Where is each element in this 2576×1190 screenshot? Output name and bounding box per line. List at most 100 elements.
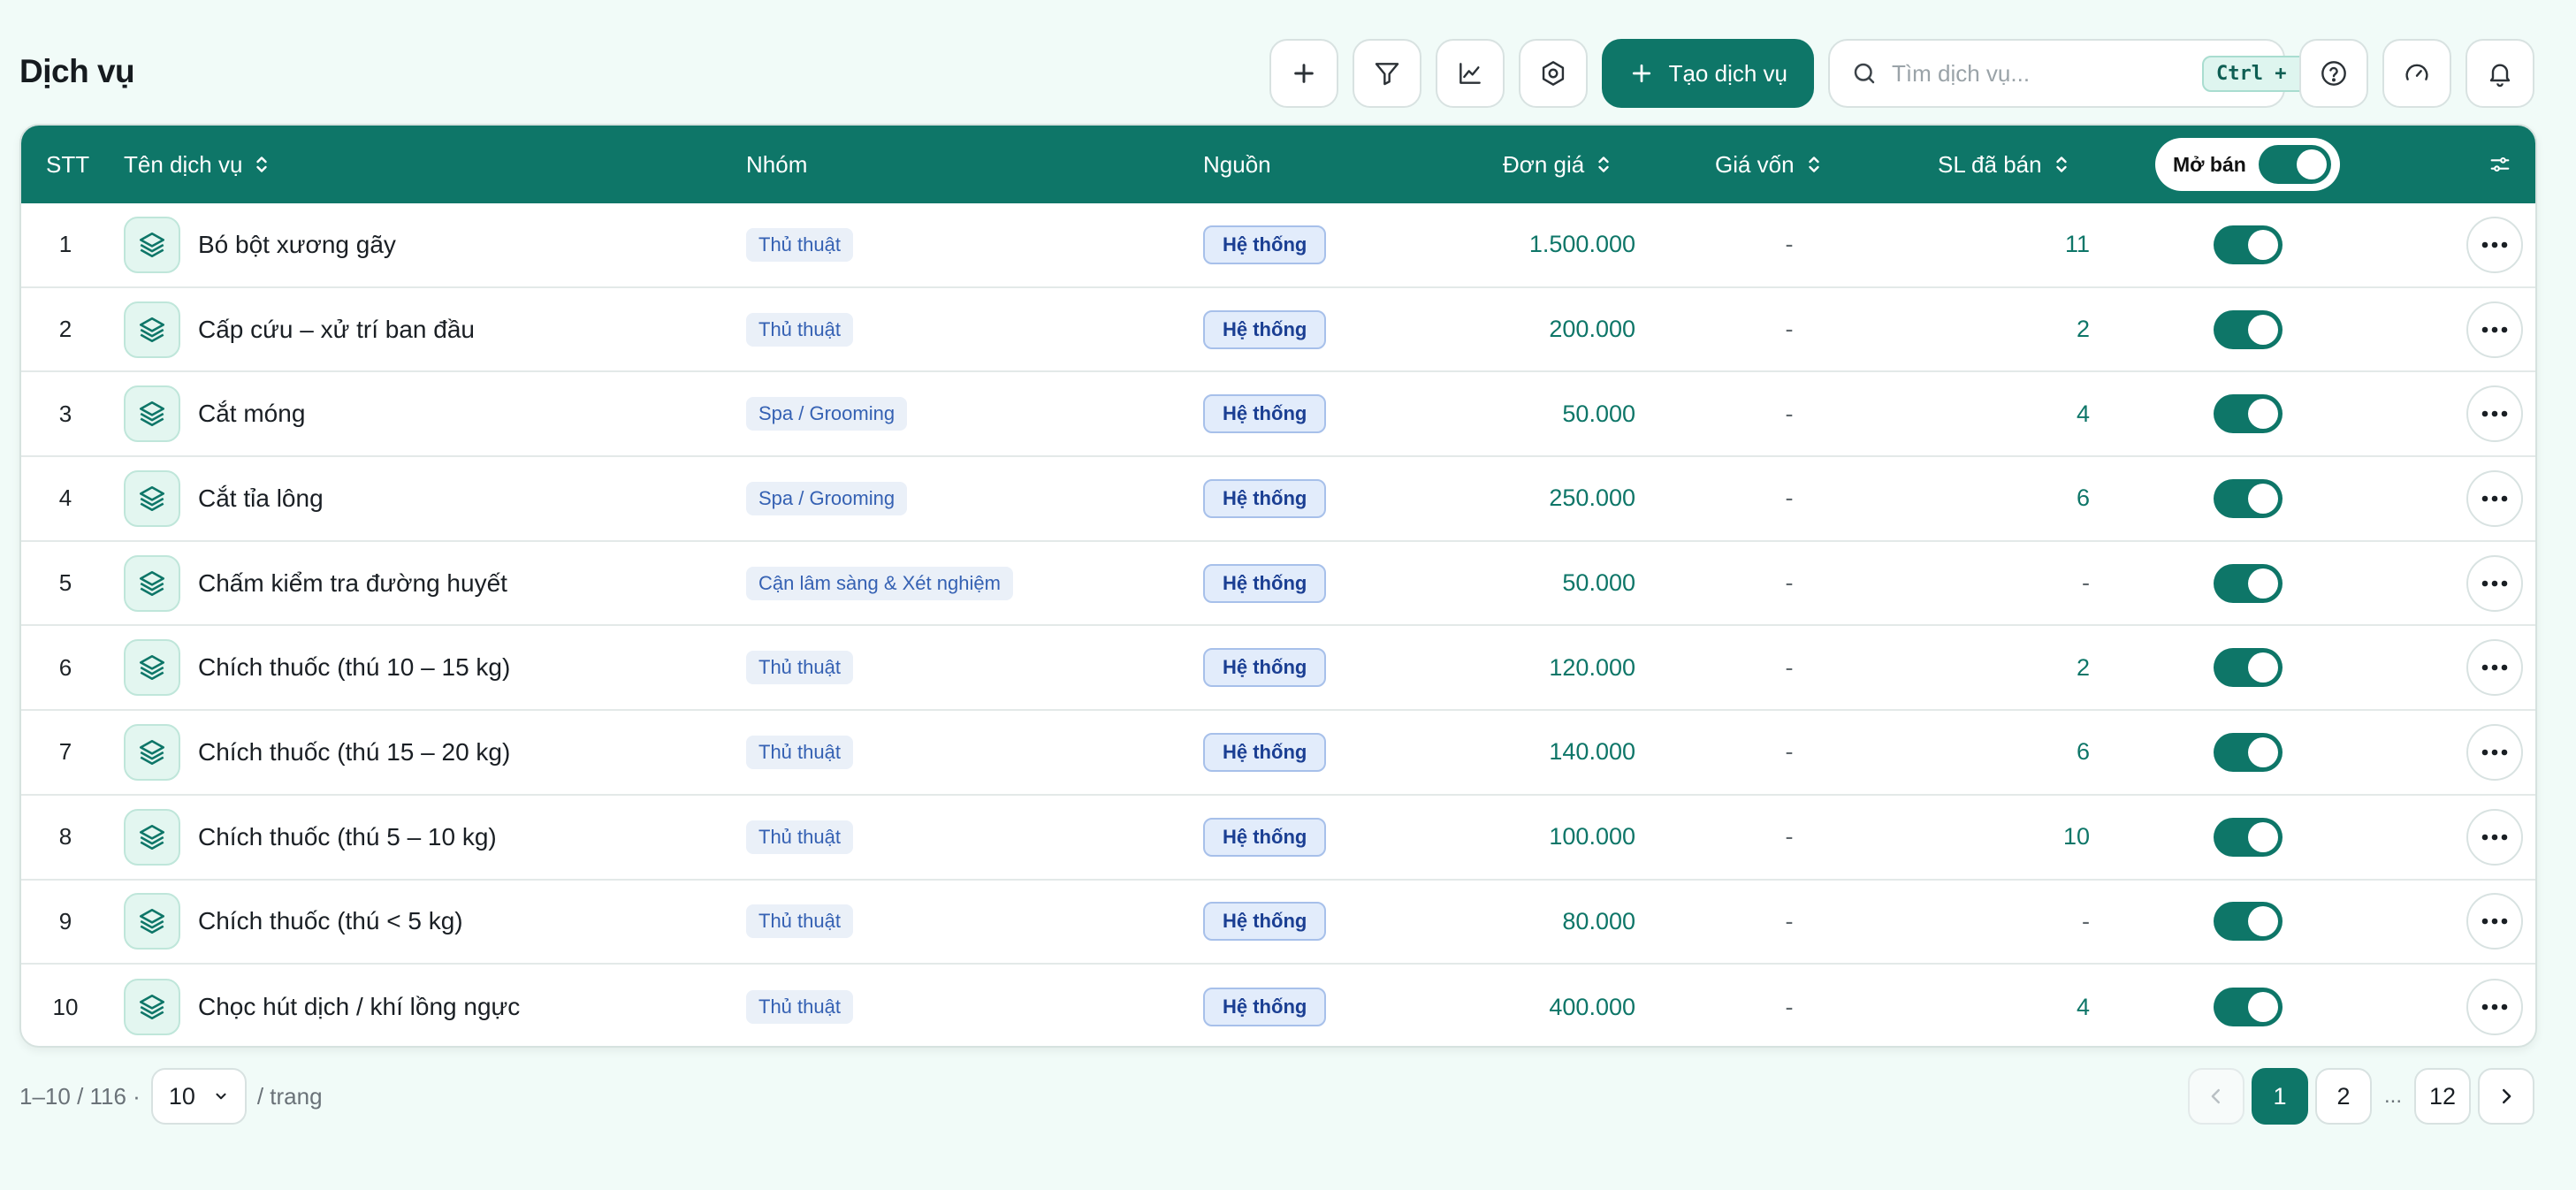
open-sale-toggle[interactable] — [2214, 563, 2283, 603]
sort-icon — [1808, 156, 1819, 172]
open-all-toggle[interactable] — [2258, 145, 2331, 184]
settings-button[interactable] — [1518, 39, 1588, 108]
service-name[interactable]: Chích thuốc (thú 5 – 10 kg) — [198, 823, 497, 851]
help-button[interactable] — [2299, 39, 2368, 108]
add-button[interactable] — [1269, 39, 1338, 108]
row-stt: 9 — [58, 907, 72, 934]
open-sale-toggle[interactable] — [2214, 902, 2283, 942]
row-more-button[interactable] — [2466, 216, 2523, 273]
row-more-button[interactable] — [2466, 469, 2523, 527]
filter-button[interactable] — [1352, 39, 1421, 108]
sort-icon — [1598, 156, 1609, 172]
range-text: 1–10 / 116 · — [19, 1082, 141, 1110]
service-name[interactable]: Cắt tỉa lông — [198, 484, 324, 513]
table-row[interactable]: 3 Cắt móng Spa / Grooming Hệ thống 50.000 - 4 — [21, 372, 2535, 458]
page-title: Dịch vụ — [19, 53, 135, 89]
search-input[interactable] — [1892, 59, 2188, 88]
open-sale-toggle[interactable] — [2214, 817, 2283, 857]
service-icon — [124, 808, 180, 866]
row-more-button[interactable] — [2466, 979, 2523, 1036]
open-sale-toggle[interactable] — [2214, 988, 2283, 1027]
service-name[interactable]: Cắt móng — [198, 400, 305, 428]
service-name[interactable]: Chích thuốc (thú 10 – 15 kg) — [198, 653, 510, 682]
sliders-icon — [2490, 156, 2510, 172]
row-more-button[interactable] — [2466, 385, 2523, 443]
row-stt: 6 — [58, 653, 72, 681]
header-cost[interactable]: Giá vốn — [1715, 126, 1823, 203]
header-price[interactable]: Đơn giá — [1503, 126, 1612, 203]
sold-value: 4 — [2076, 993, 2090, 1020]
header-name[interactable]: Tên dịch vụ — [124, 126, 271, 203]
header-sold[interactable]: SL đã bán — [1938, 126, 2070, 203]
service-icon — [124, 639, 180, 697]
cost-value: - — [1785, 231, 1794, 258]
row-more-button[interactable] — [2466, 639, 2523, 697]
source-tag: Hệ thống — [1203, 988, 1327, 1027]
layers-icon — [139, 909, 165, 934]
group-tag: Thủ thuật — [746, 227, 853, 262]
group-tag: Spa / Grooming — [746, 397, 908, 431]
chart-button[interactable] — [1435, 39, 1505, 108]
plus-icon — [1632, 64, 1650, 83]
more-horizontal-icon — [2481, 664, 2508, 671]
create-service-label: Tạo dịch vụ — [1668, 59, 1787, 87]
sold-value: 10 — [2062, 823, 2090, 851]
group-tag: Thủ thuật — [746, 735, 853, 769]
row-stt: 7 — [58, 738, 72, 766]
table-row[interactable]: 10 Chọc hút dịch / khí lồng ngực Thủ thuật… — [21, 965, 2535, 1046]
create-service-button[interactable]: Tạo dịch vụ — [1601, 39, 1814, 108]
service-name[interactable]: Cấp cứu – xử trí ban đầu — [198, 316, 475, 344]
table-row[interactable]: 6 Chích thuốc (thú 10 – 15 kg) Thủ thuật Hệ… — [21, 626, 2535, 712]
open-sale-toggle[interactable] — [2214, 732, 2283, 772]
price-value: 120.000 — [1549, 653, 1635, 681]
performance-button[interactable] — [2382, 39, 2451, 108]
next-page-button[interactable] — [2478, 1068, 2534, 1125]
table-row[interactable]: 8 Chích thuốc (thú 5 – 10 kg) Thủ thuật Hệ … — [21, 796, 2535, 881]
row-more-button[interactable] — [2466, 893, 2523, 950]
table-row[interactable]: 5 Chấm kiểm tra đường huyết Cận lâm sàng &… — [21, 542, 2535, 627]
table-row[interactable]: 2 Cấp cứu – xử trí ban đầu Thủ thuật Hệ thố… — [21, 288, 2535, 373]
notifications-button[interactable] — [2465, 39, 2534, 108]
search-box[interactable]: Ctrl + K — [1828, 39, 2324, 108]
table-row[interactable]: 9 Chích thuốc (thú < 5 kg) Thủ thuật Hệ thố… — [21, 881, 2535, 965]
pagination-info: 1–10 / 116 · 10 / trang — [19, 1068, 323, 1125]
sort-icon — [256, 156, 268, 172]
layers-icon — [139, 824, 165, 850]
service-icon — [124, 893, 180, 950]
table-row[interactable]: 7 Chích thuốc (thú 15 – 20 kg) Thủ thuật Hệ… — [21, 711, 2535, 796]
table-row[interactable]: 4 Cắt tỉa lông Spa / Grooming Hệ thống 250.0… — [21, 457, 2535, 542]
row-more-button[interactable] — [2466, 301, 2523, 358]
header-open: Mở bán — [2155, 126, 2340, 203]
service-name[interactable]: Chọc hút dịch / khí lồng ngực — [198, 993, 520, 1021]
group-tag: Thủ thuật — [746, 820, 853, 854]
page-button-12[interactable]: 12 — [2414, 1068, 2471, 1125]
price-value: 100.000 — [1549, 823, 1635, 851]
open-sale-toggle[interactable] — [2214, 478, 2283, 518]
more-horizontal-icon — [2481, 580, 2508, 586]
row-more-button[interactable] — [2466, 723, 2523, 781]
price-value: 80.000 — [1562, 907, 1635, 934]
page-button-2[interactable]: 2 — [2314, 1068, 2372, 1125]
open-sale-toggle[interactable] — [2214, 394, 2283, 434]
header-columns-config[interactable] — [2488, 126, 2512, 203]
service-icon — [124, 469, 180, 527]
row-more-button[interactable] — [2466, 554, 2523, 612]
service-name[interactable]: Bó bột xương gãy — [198, 231, 396, 259]
sort-icon — [2055, 156, 2067, 172]
table-row[interactable]: 1 Bó bột xương gãy Thủ thuật Hệ thống 1.500.… — [21, 203, 2535, 288]
table-header: STT Tên dịch vụ Nhóm Nguồn Đơn giá Giá v… — [21, 126, 2535, 203]
open-sale-toggle[interactable] — [2214, 309, 2283, 349]
more-horizontal-icon — [2481, 495, 2508, 502]
open-sale-toggle[interactable] — [2214, 225, 2283, 264]
prev-page-button[interactable] — [2187, 1068, 2244, 1125]
page-size-select[interactable]: 10 — [150, 1068, 247, 1125]
page-button-1[interactable]: 1 — [2251, 1068, 2308, 1125]
service-name[interactable]: Chấm kiểm tra đường huyết — [198, 569, 507, 598]
service-name[interactable]: Chích thuốc (thú 15 – 20 kg) — [198, 738, 510, 767]
cost-value: - — [1785, 400, 1794, 427]
price-value: 200.000 — [1549, 316, 1635, 343]
open-sale-toggle[interactable] — [2214, 648, 2283, 688]
gauge-icon — [2405, 64, 2428, 80]
row-more-button[interactable] — [2466, 808, 2523, 866]
service-name[interactable]: Chích thuốc (thú < 5 kg) — [198, 907, 463, 935]
